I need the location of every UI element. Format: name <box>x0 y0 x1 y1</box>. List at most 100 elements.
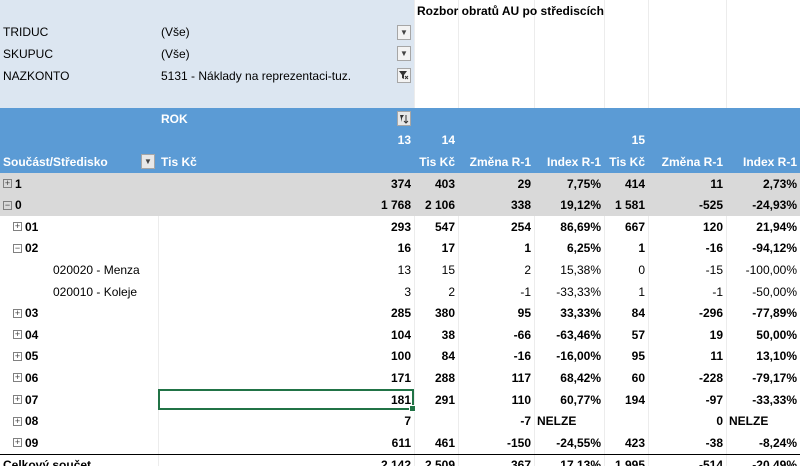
value-cell[interactable]: -66 <box>458 324 534 346</box>
total-value-cell[interactable]: 2 142 <box>158 455 414 466</box>
value-cell[interactable]: 461 <box>414 432 458 454</box>
expand-icon[interactable]: + <box>13 222 22 232</box>
value-cell[interactable]: 1 768 <box>158 194 414 216</box>
value-cell[interactable]: 667 <box>604 216 648 238</box>
value-cell[interactable]: -296 <box>648 302 726 324</box>
value-cell[interactable]: 95 <box>604 346 648 368</box>
filter-applied-icon[interactable] <box>397 67 411 83</box>
total-value-cell[interactable]: 1 995 <box>604 455 648 466</box>
value-cell[interactable]: 2 <box>414 281 458 303</box>
filter-value[interactable]: 5131 - Náklady na reprezentaci-tuz. <box>158 64 414 87</box>
value-cell[interactable]: 2,73% <box>726 173 800 195</box>
row-filter-icon[interactable]: ▼ <box>141 154 155 170</box>
value-cell[interactable]: 338 <box>458 194 534 216</box>
value-cell[interactable]: -16,00% <box>534 346 604 368</box>
value-cell[interactable]: 374 <box>158 173 414 195</box>
expand-icon[interactable]: + <box>3 179 12 189</box>
value-cell[interactable]: 60,77% <box>534 389 604 411</box>
value-cell[interactable]: 288 <box>414 367 458 389</box>
value-cell[interactable]: 611 <box>158 432 414 454</box>
collapse-icon[interactable]: − <box>3 200 12 210</box>
value-cell[interactable]: -8,24% <box>726 432 800 454</box>
value-cell[interactable]: 84 <box>604 302 648 324</box>
value-cell[interactable]: -77,89% <box>726 302 800 324</box>
value-cell[interactable]: 6,25% <box>534 238 604 260</box>
value-cell[interactable]: 15 <box>414 259 458 281</box>
sort-filter-icon[interactable] <box>397 111 411 126</box>
value-cell[interactable]: 291 <box>414 389 458 411</box>
value-cell[interactable]: 95 <box>458 302 534 324</box>
value-cell[interactable]: 3 <box>158 281 414 303</box>
value-cell[interactable]: -100,00% <box>726 259 800 281</box>
value-cell[interactable]: 1 <box>604 238 648 260</box>
expand-icon[interactable]: + <box>13 351 22 361</box>
value-cell[interactable]: 29 <box>458 173 534 195</box>
value-cell[interactable]: -63,46% <box>534 324 604 346</box>
value-cell[interactable]: 100 <box>158 346 414 368</box>
value-cell[interactable]: 11 <box>648 173 726 195</box>
value-cell[interactable]: NELZE <box>534 410 604 432</box>
total-value-cell[interactable]: 2 509 <box>414 455 458 466</box>
value-cell[interactable]: -50,00% <box>726 281 800 303</box>
expand-icon[interactable]: + <box>13 416 22 426</box>
value-cell[interactable]: 120 <box>648 216 726 238</box>
value-cell[interactable]: -38 <box>648 432 726 454</box>
value-cell[interactable]: -525 <box>648 194 726 216</box>
value-cell[interactable]: 13 <box>158 259 414 281</box>
value-cell[interactable]: 57 <box>604 324 648 346</box>
value-cell[interactable]: 15,38% <box>534 259 604 281</box>
value-cell[interactable]: 38 <box>414 324 458 346</box>
expand-icon[interactable]: + <box>13 330 22 340</box>
value-cell[interactable]: 33,33% <box>534 302 604 324</box>
value-cell[interactable]: 194 <box>604 389 648 411</box>
total-value-cell[interactable]: -20,49% <box>726 455 800 466</box>
value-cell[interactable]: -1 <box>458 281 534 303</box>
value-cell[interactable]: 7 <box>158 410 414 432</box>
expand-icon[interactable]: + <box>13 373 22 383</box>
value-cell[interactable]: 17 <box>414 238 458 260</box>
value-cell[interactable]: 1 581 <box>604 194 648 216</box>
value-cell[interactable]: 19 <box>648 324 726 346</box>
value-cell[interactable]: 7,75% <box>534 173 604 195</box>
value-cell[interactable]: 19,12% <box>534 194 604 216</box>
total-value-cell[interactable]: 367 <box>458 455 534 466</box>
value-cell[interactable]: NELZE <box>726 410 800 432</box>
value-cell[interactable]: 68,42% <box>534 367 604 389</box>
value-cell[interactable]: 13,10% <box>726 346 800 368</box>
value-cell[interactable]: 11 <box>648 346 726 368</box>
expand-icon[interactable]: + <box>13 438 22 448</box>
expand-icon[interactable]: + <box>13 395 22 405</box>
value-cell[interactable]: -228 <box>648 367 726 389</box>
value-cell[interactable]: 2 106 <box>414 194 458 216</box>
value-cell[interactable]: 60 <box>604 367 648 389</box>
dropdown-arrow-icon[interactable]: ▼ <box>397 46 411 62</box>
expand-icon[interactable]: + <box>13 308 22 318</box>
filter-value[interactable]: (Vše) <box>158 21 414 44</box>
value-cell[interactable]: 285 <box>158 302 414 324</box>
value-cell[interactable]: -7 <box>458 410 534 432</box>
value-cell[interactable] <box>414 410 458 432</box>
collapse-icon[interactable]: − <box>13 243 22 253</box>
value-cell[interactable]: 414 <box>604 173 648 195</box>
value-cell[interactable]: 84 <box>414 346 458 368</box>
value-cell[interactable]: 1 <box>604 281 648 303</box>
value-cell[interactable]: -24,55% <box>534 432 604 454</box>
value-cell[interactable]: -94,12% <box>726 238 800 260</box>
value-cell[interactable]: 380 <box>414 302 458 324</box>
dropdown-arrow-icon[interactable]: ▼ <box>397 24 411 40</box>
value-cell[interactable]: 171 <box>158 367 414 389</box>
value-cell[interactable]: 110 <box>458 389 534 411</box>
value-cell[interactable]: -33,33% <box>534 281 604 303</box>
value-cell[interactable]: 0 <box>648 410 726 432</box>
value-cell[interactable]: -79,17% <box>726 367 800 389</box>
value-cell[interactable]: 21,94% <box>726 216 800 238</box>
filter-value[interactable]: (Vše) <box>158 43 414 65</box>
total-value-cell[interactable]: 17,13% <box>534 455 604 466</box>
value-cell[interactable]: 1 <box>458 238 534 260</box>
value-cell[interactable]: -24,93% <box>726 194 800 216</box>
value-cell[interactable] <box>604 410 648 432</box>
value-cell[interactable]: 254 <box>458 216 534 238</box>
value-cell[interactable]: 2 <box>458 259 534 281</box>
value-cell[interactable]: -16 <box>648 238 726 260</box>
value-cell[interactable]: 547 <box>414 216 458 238</box>
